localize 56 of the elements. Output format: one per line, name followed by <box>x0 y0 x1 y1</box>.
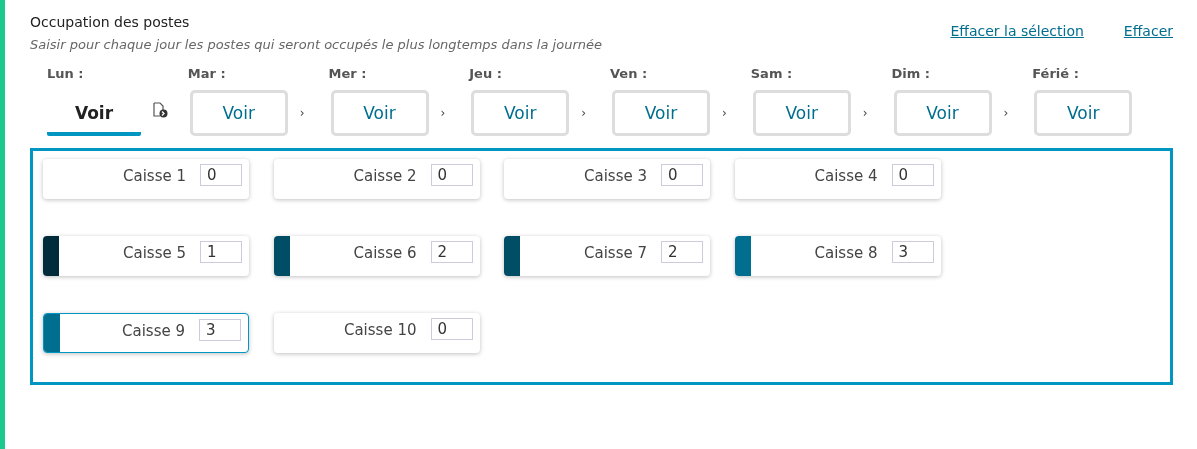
view-button[interactable]: Voir <box>612 90 710 136</box>
view-button[interactable]: Voir <box>893 90 992 136</box>
station-name: Caisse 1 <box>122 166 187 185</box>
clear-link[interactable]: Effacer la sélection <box>950 23 1084 39</box>
day-label: Férié : <box>1032 66 1080 83</box>
station-name: Caisse 3 <box>583 166 648 185</box>
count-field[interactable]: 1 <box>200 241 242 263</box>
station-name: Caisse 8 <box>813 243 879 262</box>
view-button[interactable]: Voir <box>189 90 288 136</box>
count-field[interactable]: 0 <box>661 164 703 186</box>
station-name: Caisse 9 <box>121 321 186 340</box>
count-field[interactable]: 3 <box>891 241 934 263</box>
station-card[interactable]: Caisse 8 3 <box>734 236 941 276</box>
count-field[interactable]: 0 <box>430 164 473 186</box>
count-field[interactable]: 0 <box>430 318 473 340</box>
count-field[interactable]: 2 <box>430 241 473 263</box>
station-name: Caisse 6 <box>352 243 418 262</box>
day-label: Dim : <box>891 66 932 83</box>
station-name: Caisse 5 <box>122 243 187 262</box>
chevron: › <box>1003 106 1009 120</box>
section-title: Occupation des postes <box>30 14 191 30</box>
station-name: Caisse 2 <box>352 166 418 185</box>
count-field[interactable]: 3 <box>199 319 241 341</box>
view-button[interactable]: Voir <box>471 90 570 136</box>
station-card[interactable]: Caisse 5 1 <box>43 236 249 276</box>
station-name: Caisse 4 <box>813 166 879 185</box>
day-label: Ven : <box>610 66 649 83</box>
station-card[interactable]: Caisse 7 2 <box>504 236 710 276</box>
count-field[interactable]: 0 <box>200 164 242 186</box>
view-button[interactable]: Voir <box>330 90 429 136</box>
station-card[interactable]: Caisse 10 0 <box>273 313 480 353</box>
station-card[interactable]: Caisse 3 0 <box>504 159 710 199</box>
station-card[interactable]: Caisse 4 0 <box>734 159 941 199</box>
clear-link[interactable]: Effacer <box>1123 23 1173 39</box>
day-label: Lun : <box>47 66 85 83</box>
day-label: Sam : <box>750 66 794 83</box>
chevron: › <box>722 106 727 120</box>
day-label: Mer : <box>328 66 368 83</box>
station-card[interactable]: Caisse 2 0 <box>273 159 480 199</box>
view-button[interactable]: Voir <box>1034 90 1133 136</box>
document-arrow-icon[interactable] <box>152 102 168 118</box>
count-field[interactable]: 0 <box>891 164 934 186</box>
station-card[interactable]: Caisse 9 3 <box>43 313 249 353</box>
instruction-text: Saisir pour chaque jour les postes qui seront occupés le plus longtemps dans la journée <box>30 37 602 52</box>
station-card[interactable]: Caisse 1 0 <box>43 159 249 199</box>
day-label: Mar : <box>187 66 227 83</box>
station-name: Caisse 10 <box>342 320 418 339</box>
chevron: › <box>862 106 868 120</box>
count-field[interactable]: 2 <box>661 241 703 263</box>
station-name: Caisse 7 <box>583 243 648 262</box>
station-card[interactable]: Caisse 6 2 <box>273 236 480 276</box>
day-label: Jeu : <box>469 66 503 83</box>
view-button[interactable]: Voir <box>752 90 851 136</box>
chevron: › <box>440 106 446 120</box>
chevron: › <box>581 106 587 120</box>
chevron: › <box>299 106 305 120</box>
